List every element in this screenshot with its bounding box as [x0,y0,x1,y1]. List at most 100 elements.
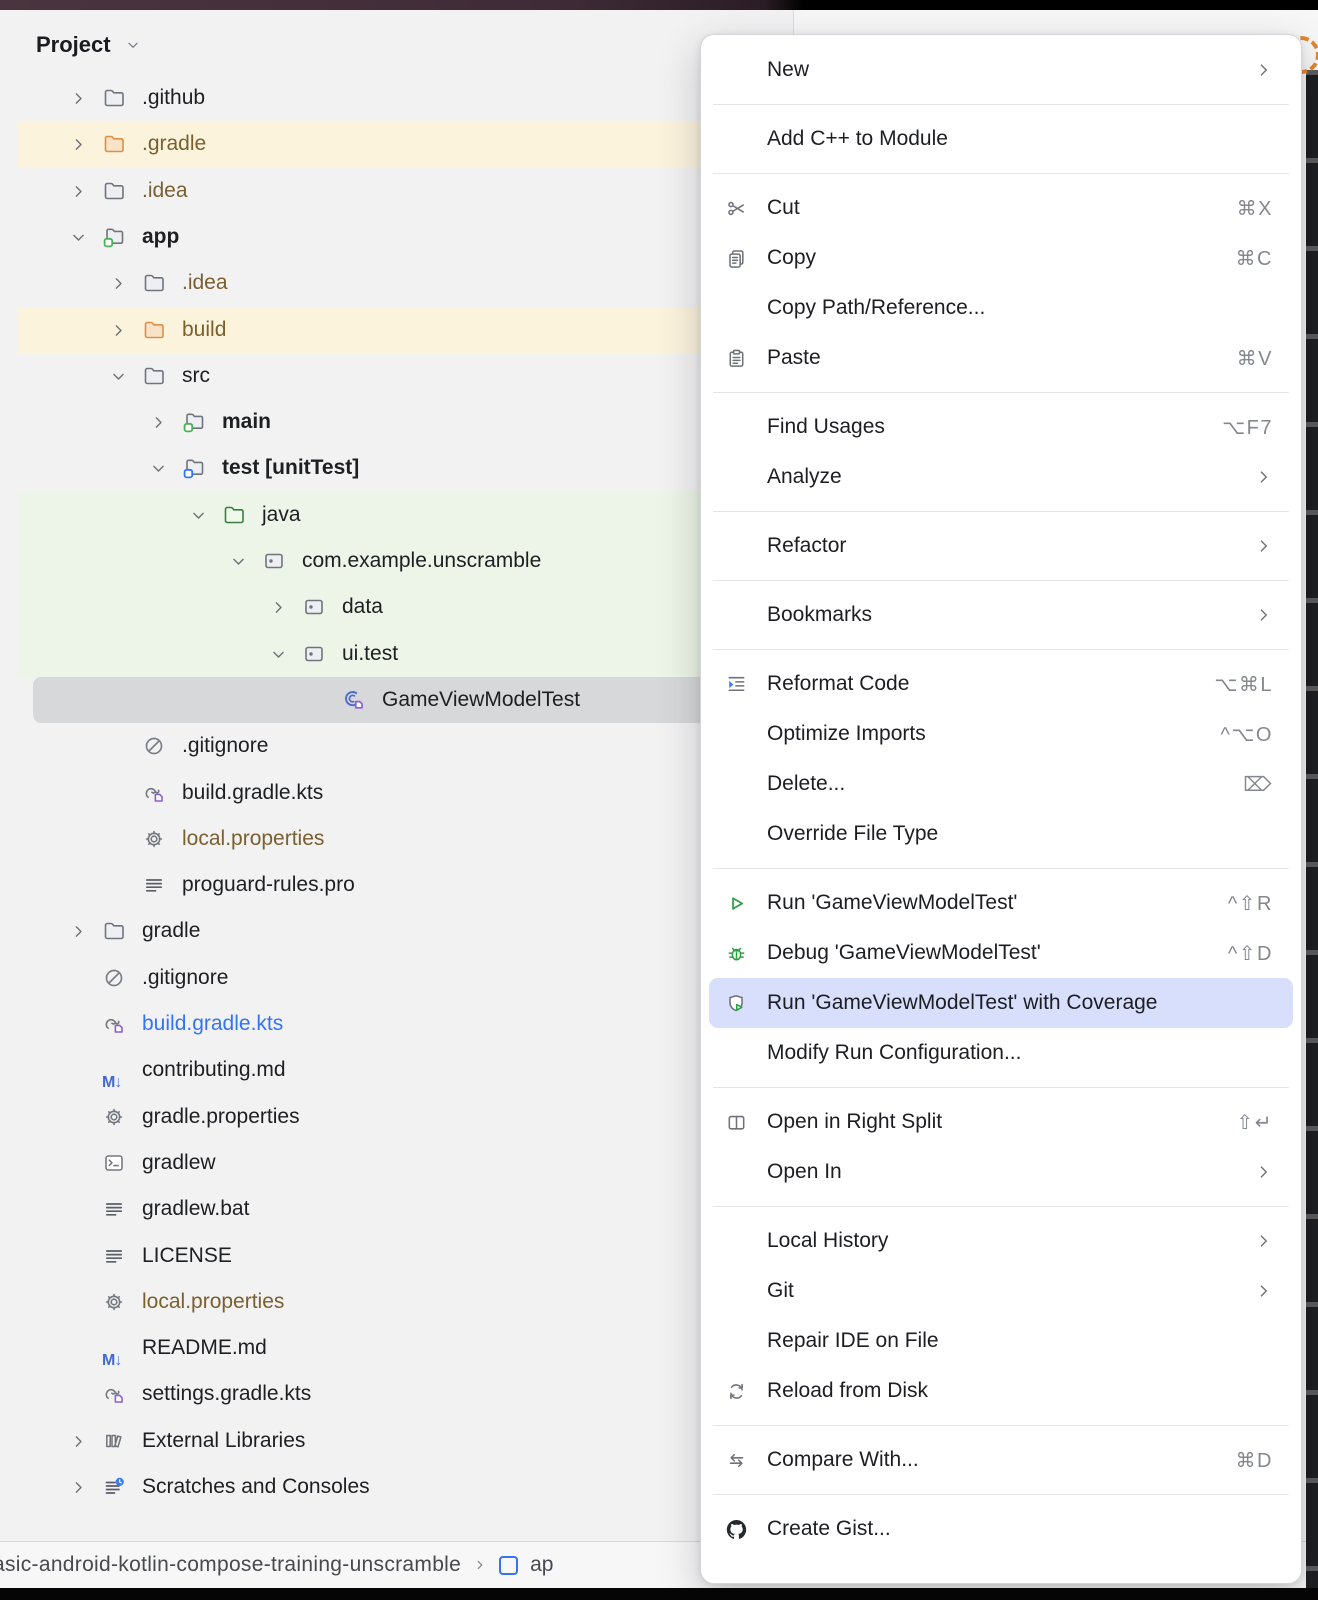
menu-item-git[interactable]: Git [709,1266,1293,1316]
menu-separator [713,649,1289,650]
menu-item-new[interactable]: New [709,45,1293,95]
menu-item-run-gameviewmodeltest-with-coverage[interactable]: Run 'GameViewModelTest' with Coverage [709,978,1293,1028]
gradle-icon [142,781,166,805]
submenu-arrow-icon [1255,1282,1273,1300]
tree-item-main[interactable]: main [17,399,790,445]
menu-item-refactor[interactable]: Refactor [709,521,1293,571]
menu-item-local-history[interactable]: Local History [709,1216,1293,1266]
tree-item-label: main [222,399,271,445]
menu-item-compare-with[interactable]: Compare With...⌘D [709,1435,1293,1485]
tree-item-test-unittest[interactable]: test [unitTest] [17,445,790,491]
tree-item-settings-gradle-kts[interactable]: settings.gradle.kts [17,1371,790,1417]
tree-item-gitignore[interactable]: .gitignore [17,955,790,1001]
tree-item-build-gradle-kts[interactable]: build.gradle.kts [17,770,790,816]
tree-item-src[interactable]: src [17,353,790,399]
empty-icon [725,465,755,489]
tree-item-gradle[interactable]: .gradle [17,121,790,168]
tree-item-label: local.properties [182,816,324,862]
package-icon [262,549,286,573]
menu-item-debug-gameviewmodeltest[interactable]: Debug 'GameViewModelTest'^⇧D [709,928,1293,978]
tree-item-contributing-md[interactable]: M↓contributing.md [17,1047,790,1093]
menu-item-open-in-right-split[interactable]: Open in Right Split⇧↵ [709,1097,1293,1147]
menu-item-copy[interactable]: Copy⌘C [709,233,1293,283]
tree-item-external-libraries[interactable]: External Libraries [17,1418,790,1464]
menu-item-modify-run-configuration[interactable]: Modify Run Configuration... [709,1028,1293,1078]
menu-item-add-c-to-module[interactable]: Add C++ to Module [709,114,1293,164]
folder-icon [102,86,126,110]
chevron-right-icon[interactable] [70,1479,87,1496]
tree-item-java[interactable]: java [17,492,790,539]
tree-item-app[interactable]: app [17,214,790,260]
tree-item-scratches-and-consoles[interactable]: Scratches and Consoles [17,1464,790,1510]
menu-item-reformat-code[interactable]: Reformat Code⌥⌘L [709,659,1293,709]
menu-separator [713,580,1289,581]
tree-item-idea[interactable]: .idea [17,168,790,214]
tree-item-gradle-properties[interactable]: gradle.properties [17,1094,790,1140]
tree-item-gameviewmodeltest[interactable]: GameViewModelTest [33,677,790,723]
tree-item-label: gradle [142,908,200,954]
tree-item-label: build [182,307,226,353]
menu-item-paste[interactable]: Paste⌘V [709,333,1293,383]
breadcrumb-project[interactable]: asic-android-kotlin-compose-training-uns… [0,1553,461,1577]
breadcrumb-module[interactable]: ap [530,1553,553,1577]
chevron-down-icon[interactable] [70,229,87,246]
tree-item-build[interactable]: build [17,307,790,354]
menu-item-bookmarks[interactable]: Bookmarks [709,590,1293,640]
tree-item-label: local.properties [142,1279,284,1325]
menu-item-analyze[interactable]: Analyze [709,452,1293,502]
tree-item-local-properties[interactable]: local.properties [17,1279,790,1325]
chevron-right-icon[interactable] [70,183,87,200]
tree-item-local-properties[interactable]: local.properties [17,816,790,862]
chevron-right-icon[interactable] [70,136,87,153]
tree-item-build-gradle-kts[interactable]: build.gradle.kts [17,1001,790,1047]
tree-item-gradlew-bat[interactable]: gradlew.bat [17,1186,790,1232]
chevron-down-icon[interactable] [270,646,287,663]
menu-item-run-gameviewmodeltest[interactable]: Run 'GameViewModelTest'^⇧R [709,878,1293,928]
menu-item-repair-ide-on-file[interactable]: Repair IDE on File [709,1316,1293,1366]
empty-icon [725,296,755,320]
tree-item-gradle[interactable]: gradle [17,908,790,954]
chevron-down-icon[interactable] [190,507,207,524]
tree-item-proguard-rules-pro[interactable]: proguard-rules.pro [17,862,790,908]
empty-icon [725,58,755,82]
menu-item-open-in[interactable]: Open In [709,1147,1293,1197]
chevron-right-icon[interactable] [150,414,167,431]
tree-item-readme-md[interactable]: M↓README.md [17,1325,790,1371]
tree-item-github[interactable]: .github [17,75,790,121]
run-icon [725,891,755,915]
chevron-right-icon[interactable] [70,1433,87,1450]
chevron-down-icon[interactable] [230,553,247,570]
menu-item-reload-from-disk[interactable]: Reload from Disk [709,1366,1293,1416]
menu-item-copy-path-reference[interactable]: Copy Path/Reference... [709,283,1293,333]
gear-icon [102,1105,126,1129]
menu-item-create-gist[interactable]: Create Gist... [709,1504,1293,1554]
menu-item-cut[interactable]: Cut⌘X [709,183,1293,233]
tree-item-ui-test[interactable]: ui.test [17,631,790,678]
chevron-right-icon[interactable] [110,275,127,292]
menu-item-find-usages[interactable]: Find Usages⌥F7 [709,402,1293,452]
chevron-right-icon[interactable] [270,599,287,616]
menu-separator [713,392,1289,393]
chevron-down-icon[interactable] [110,368,127,385]
tree-item-data[interactable]: data [17,584,790,631]
tree-item-idea[interactable]: .idea [17,260,790,306]
menu-item-override-file-type[interactable]: Override File Type [709,809,1293,859]
project-panel-header: Project [0,10,792,80]
chevron-down-icon[interactable] [150,460,167,477]
empty-icon [725,534,755,558]
menu-item-delete[interactable]: Delete...⌦ [709,759,1293,809]
project-view-selector[interactable]: Project [36,32,111,58]
menu-item-optimize-imports[interactable]: Optimize Imports^⌥O [709,709,1293,759]
bottom-window-edge [0,1588,1318,1600]
chevron-right-icon[interactable] [70,90,87,107]
ignore-icon [142,734,166,758]
tree-item-gradlew[interactable]: gradlew [17,1140,790,1186]
tree-item-gitignore[interactable]: .gitignore [17,723,790,769]
chevron-right-icon[interactable] [70,923,87,940]
tree-item-com-example-unscramble[interactable]: com.example.unscramble [17,538,790,585]
menu-item-label: Run 'GameViewModelTest' with Coverage [767,991,1157,1015]
tree-item-license[interactable]: LICENSE [17,1233,790,1279]
folder-green-icon [222,503,246,527]
chevron-right-icon[interactable] [110,322,127,339]
submenu-arrow-icon [1255,61,1273,79]
